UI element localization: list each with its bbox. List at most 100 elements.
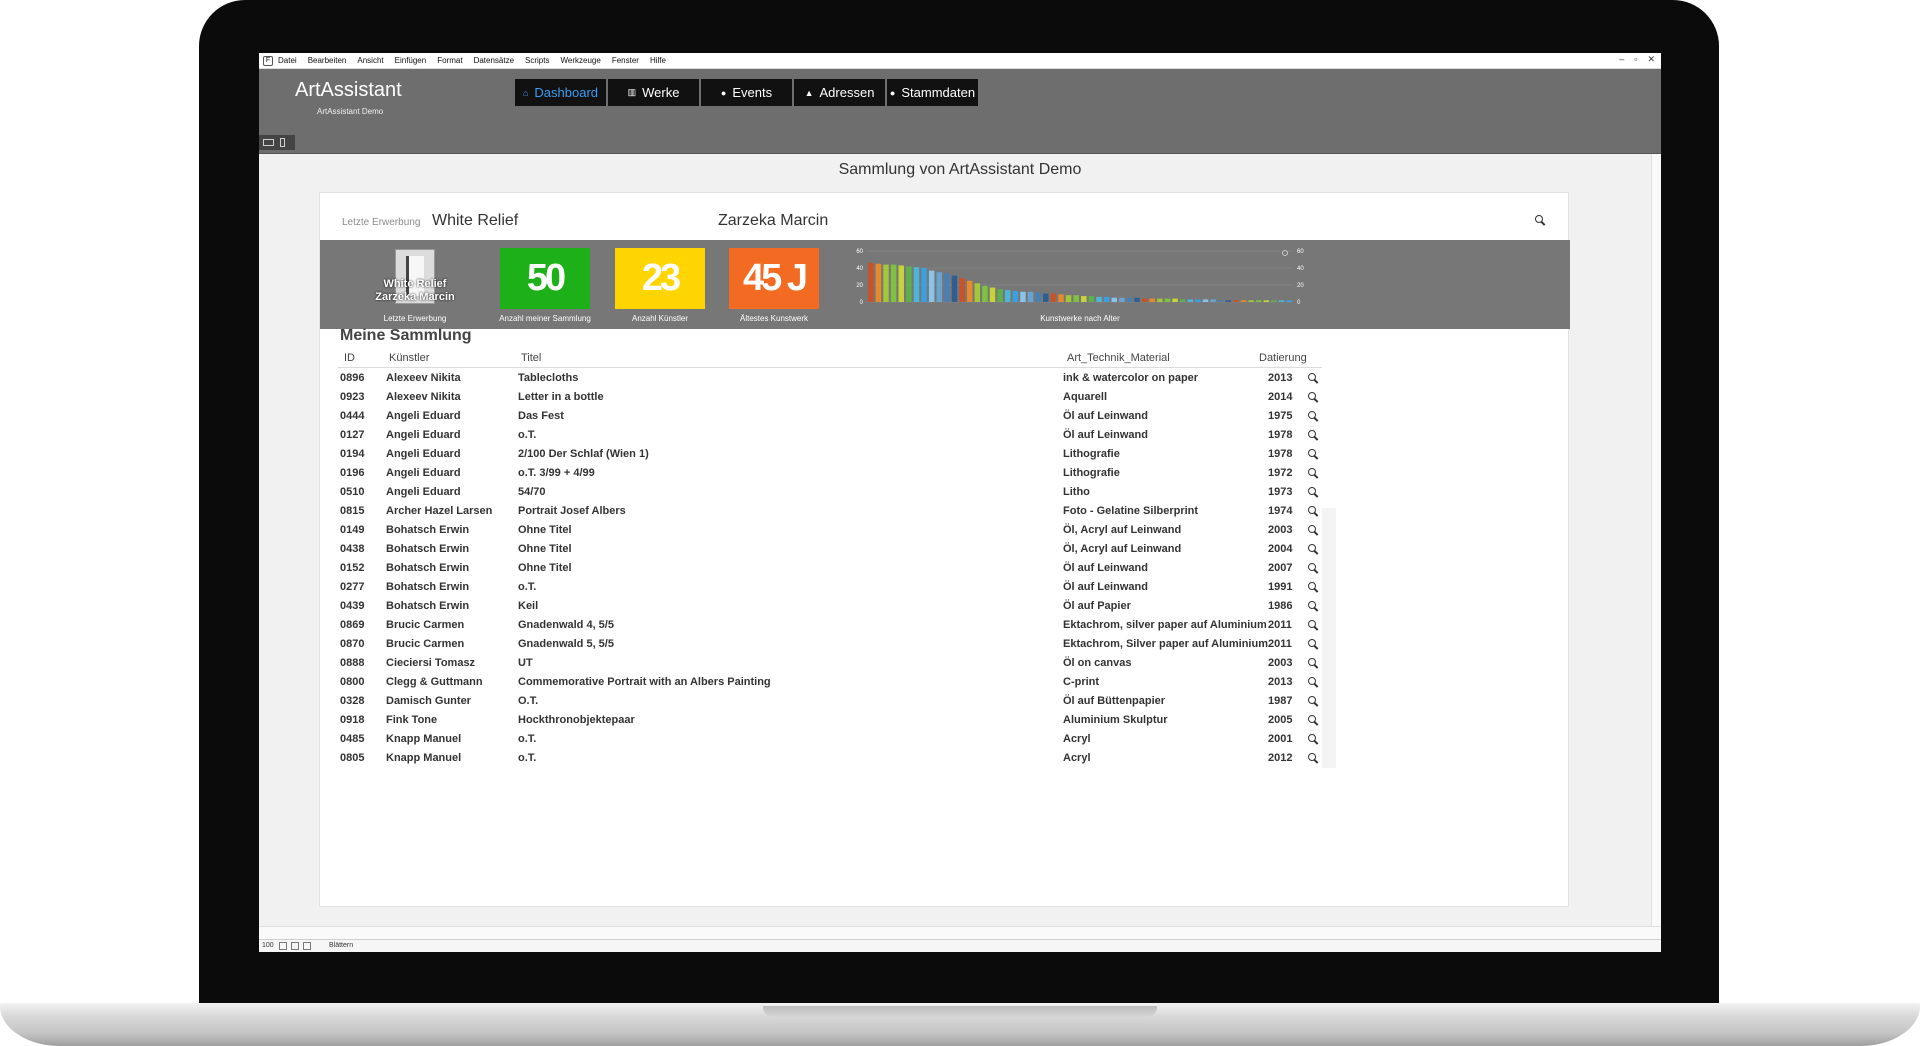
nav-events[interactable]: ● Events	[701, 79, 792, 106]
zoom-in-icon[interactable]	[291, 942, 299, 950]
chart-bar[interactable]	[989, 287, 996, 302]
row-detail-search-icon[interactable]	[1308, 449, 1319, 460]
table-row[interactable]: 0127 Angeli Eduard o.T. Öl auf Leinwand 1978	[338, 426, 1328, 445]
chart-bar[interactable]	[1271, 300, 1277, 302]
zoom-out-icon[interactable]	[279, 942, 287, 950]
close-icon[interactable]: ✕	[1647, 54, 1655, 65]
chart-bar[interactable]	[1141, 298, 1148, 302]
chart-bar[interactable]	[1286, 300, 1292, 302]
chart-bar[interactable]	[1225, 300, 1232, 302]
menu-item[interactable]: Hilfe	[650, 56, 666, 65]
desktop-icon[interactable]	[263, 139, 274, 146]
vertical-scrollbar[interactable]	[1651, 154, 1661, 926]
chart-bar[interactable]	[1012, 290, 1019, 302]
chart-bar[interactable]	[1081, 296, 1087, 302]
chart-bar[interactable]	[951, 275, 958, 302]
chart-bar[interactable]	[1073, 295, 1079, 302]
table-row[interactable]: 0444 Angeli Eduard Das Fest Öl auf Leinwand…	[338, 407, 1328, 426]
chart-bar[interactable]	[898, 265, 904, 302]
nav-adressen[interactable]: ▲ Adressen	[794, 79, 885, 106]
chart-bar[interactable]	[944, 273, 950, 302]
search-icon[interactable]	[1535, 213, 1546, 231]
chart-bar[interactable]	[1050, 293, 1057, 303]
row-detail-search-icon[interactable]	[1308, 430, 1319, 441]
kpi-tile-collection[interactable]: 50	[500, 248, 590, 309]
chart-bar[interactable]	[1256, 300, 1262, 302]
table-row[interactable]: 0888 Cieciersi Tomasz UT Öl on canvas 2003	[338, 654, 1328, 673]
chart-bar[interactable]	[997, 289, 1003, 302]
row-detail-search-icon[interactable]	[1308, 753, 1319, 764]
row-detail-search-icon[interactable]	[1308, 620, 1319, 631]
chart-bar[interactable]	[1020, 291, 1026, 302]
row-detail-search-icon[interactable]	[1308, 487, 1319, 498]
table-row[interactable]: 0870 Brucic Carmen Gnadenwald 5, 5/5 Ektach…	[338, 635, 1328, 654]
menu-item[interactable]: Format	[437, 56, 462, 65]
nav-stammdaten[interactable]: ● Stammdaten	[887, 79, 978, 106]
table-row[interactable]: 0800 Clegg & Guttmann Commemorative Portra…	[338, 673, 1328, 692]
chart-bar[interactable]	[1103, 296, 1110, 302]
menu-item[interactable]: Bearbeiten	[308, 56, 347, 65]
table-row[interactable]: 0923 Alexeev Nikita Letter in a bottle Aqua…	[338, 388, 1328, 407]
chart-bar[interactable]	[1187, 299, 1194, 302]
chart-bar[interactable]	[982, 285, 988, 302]
kpi-tile-artists[interactable]: 23	[615, 248, 705, 309]
col-date[interactable]: Datierung	[1259, 352, 1307, 364]
table-row[interactable]: 0196 Angeli Eduard o.T. 3/99 + 4/99 Lithogr…	[338, 464, 1328, 483]
menu-item[interactable]: Ansicht	[357, 56, 383, 65]
chart-bar[interactable]	[1179, 299, 1186, 302]
view-mode[interactable]: Blättern	[329, 942, 353, 949]
chart-bar[interactable]	[868, 262, 874, 302]
chart-bar[interactable]	[906, 266, 912, 302]
table-row[interactable]: 0805 Knapp Manuel o.T. Acryl 2012	[338, 749, 1328, 768]
table-row[interactable]: 0328 Damisch Gunter O.T. Öl auf Büttenpapie…	[338, 692, 1328, 711]
chart-bar[interactable]	[1240, 300, 1247, 302]
row-detail-search-icon[interactable]	[1308, 677, 1319, 688]
row-detail-search-icon[interactable]	[1308, 525, 1319, 536]
row-detail-search-icon[interactable]	[1308, 468, 1319, 479]
chart-bar[interactable]	[1027, 291, 1034, 302]
row-detail-search-icon[interactable]	[1308, 696, 1319, 707]
row-detail-search-icon[interactable]	[1308, 734, 1319, 745]
menu-item[interactable]: Werkzeuge	[560, 56, 600, 65]
chart-bar[interactable]	[1096, 296, 1102, 302]
col-id[interactable]: ID	[344, 352, 355, 364]
row-detail-search-icon[interactable]	[1308, 715, 1319, 726]
chart-bar[interactable]	[1217, 300, 1224, 302]
chart-bar[interactable]	[936, 272, 943, 302]
col-material[interactable]: Art_Technik_Material	[1067, 352, 1170, 364]
row-detail-search-icon[interactable]	[1308, 563, 1319, 574]
table-row[interactable]: 0510 Angeli Eduard 54/70 Litho 1973	[338, 483, 1328, 502]
col-artist[interactable]: Künstler	[389, 352, 429, 364]
menu-item[interactable]: Datensätze	[474, 56, 514, 65]
row-detail-search-icon[interactable]	[1308, 658, 1319, 669]
horizontal-scrollbar[interactable]	[259, 926, 1661, 939]
row-detail-search-icon[interactable]	[1308, 544, 1319, 555]
chart-bar[interactable]	[966, 280, 973, 302]
chart-bar[interactable]	[1263, 300, 1270, 302]
chart-bar[interactable]	[1195, 299, 1201, 302]
table-row[interactable]: 0438 Bohatsch Erwin Ohne Titel Öl, Acryl au…	[338, 540, 1328, 559]
chart-bar[interactable]	[1088, 296, 1095, 302]
restore-icon[interactable]: ▫	[1634, 54, 1637, 65]
kpi-tile-oldest[interactable]: 45 J	[729, 248, 819, 309]
chart-bar[interactable]	[1248, 300, 1254, 302]
chart-bar[interactable]	[1065, 295, 1072, 302]
chart-bar[interactable]	[1172, 298, 1178, 302]
menu-item[interactable]: Scripts	[525, 56, 549, 65]
row-detail-search-icon[interactable]	[1308, 411, 1319, 422]
chart-bar[interactable]	[1004, 290, 1011, 302]
chart-bar[interactable]	[921, 268, 927, 302]
chart-bar[interactable]	[1035, 292, 1041, 302]
row-detail-search-icon[interactable]	[1308, 392, 1319, 403]
col-title[interactable]: Titel	[521, 352, 541, 364]
chart-bar[interactable]	[1134, 297, 1140, 302]
row-detail-search-icon[interactable]	[1308, 506, 1319, 517]
table-row[interactable]: 0277 Bohatsch Erwin o.T. Öl auf Leinwand 199…	[338, 578, 1328, 597]
chart-bar[interactable]	[1149, 298, 1156, 302]
table-row[interactable]: 0194 Angeli Eduard 2/100 Der Schlaf (Wien …	[338, 445, 1328, 464]
row-detail-search-icon[interactable]	[1308, 582, 1319, 593]
table-row[interactable]: 0918 Fink Tone Hockthronobjektepaar Alumini…	[338, 711, 1328, 730]
minimize-icon[interactable]: –	[1619, 54, 1624, 65]
table-row[interactable]: 0815 Archer Hazel Larsen Portrait Josef Al…	[338, 502, 1328, 521]
chart-bar[interactable]	[1202, 299, 1209, 302]
